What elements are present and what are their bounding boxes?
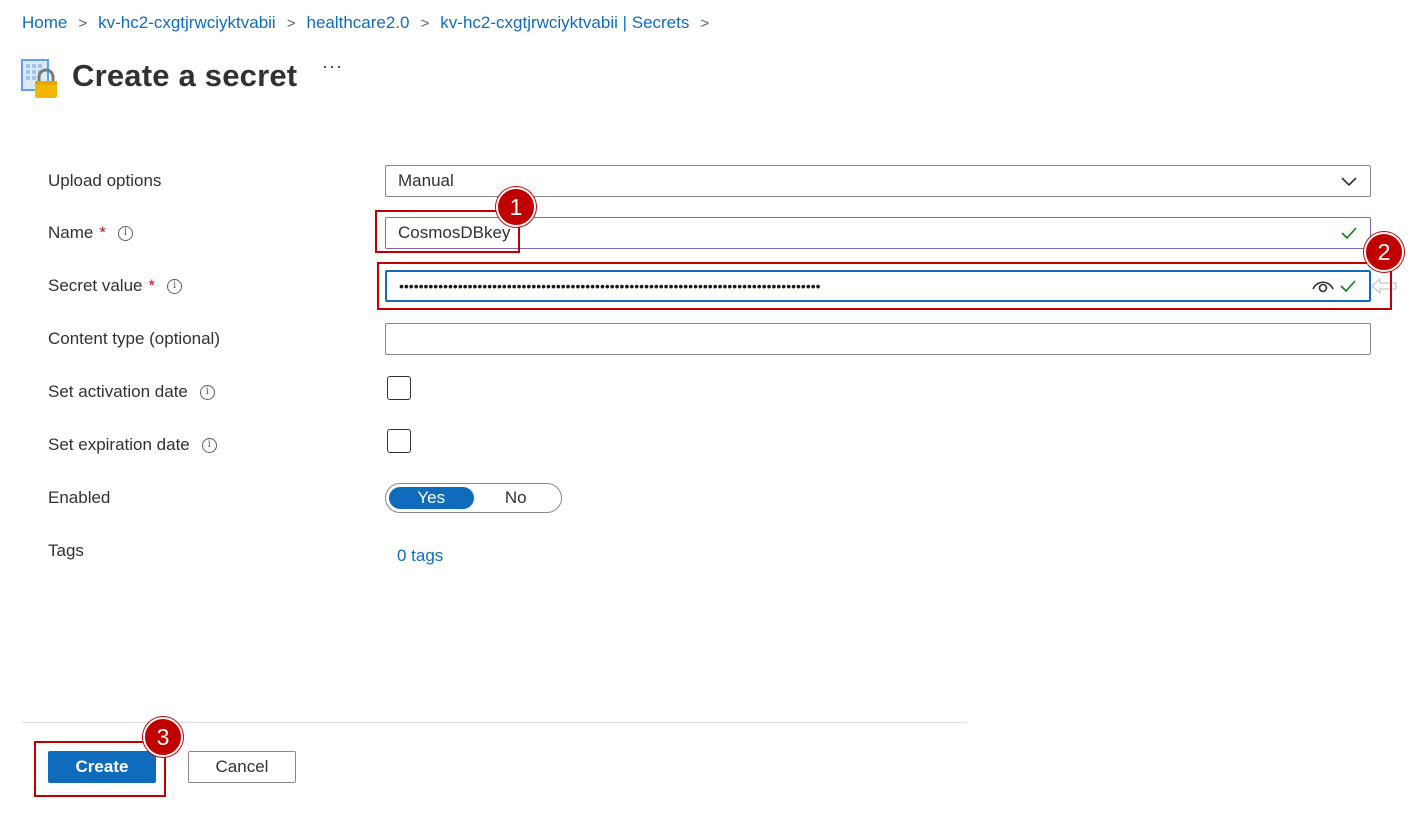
info-icon[interactable]: i [167,278,183,294]
chevron-down-icon [1341,177,1357,187]
annotation-badge-1: 1 [496,187,536,227]
page-header: Create a secret [20,52,297,100]
enabled-label: Enabled [48,488,111,507]
chevron-right-icon: > [420,14,430,32]
page-title: Create a secret [72,58,298,93]
enabled-no-option[interactable]: No [474,487,559,509]
activation-date-checkbox[interactable] [387,376,411,400]
key-vault-secret-icon [20,52,60,100]
breadcrumb-resource-group[interactable]: healthcare2.0 [306,13,409,33]
tags-label: Tags [48,541,84,560]
cancel-button[interactable]: Cancel [188,751,296,783]
content-type-label: Content type (optional) [48,329,220,348]
annotation-badge-2: 2 [1364,232,1404,272]
breadcrumb: Home > kv-hc2-cxgtjrwciyktvabii > health… [22,13,720,33]
expiration-date-label: Set expiration date i [48,435,217,455]
name-input[interactable]: CosmosDBkey [385,217,1371,249]
info-icon[interactable]: i [201,437,217,453]
secret-value-input[interactable]: ••••••••••••••••••••••••••••••••••••••••… [385,270,1371,302]
required-asterisk: * [148,276,156,295]
checkmark-icon [1341,227,1357,240]
expiration-date-checkbox[interactable] [387,429,411,453]
tags-link[interactable]: 0 tags [397,546,443,566]
eye-icon[interactable] [1311,277,1335,295]
breadcrumb-home[interactable]: Home [22,13,67,33]
content-type-input[interactable] [385,323,1371,355]
breadcrumb-key-vault[interactable]: kv-hc2-cxgtjrwciyktvabii [98,13,276,33]
arrow-left-icon [1371,277,1397,295]
secret-value-masked: ••••••••••••••••••••••••••••••••••••••••… [399,278,821,294]
activation-date-label: Set activation date i [48,382,215,402]
upload-options-label: Upload options [48,171,162,190]
create-button[interactable]: Create [48,751,156,783]
more-options-button[interactable]: ··· [322,56,343,77]
info-icon[interactable]: i [199,384,215,400]
chevron-right-icon: > [78,14,88,32]
name-input-value: CosmosDBkey [398,223,511,242]
chevron-right-icon: > [286,14,296,32]
upload-options-select[interactable]: Manual [385,165,1371,197]
chevron-right-icon: > [700,14,710,32]
required-asterisk: * [99,223,106,242]
enabled-toggle[interactable]: Yes No [385,483,562,513]
enabled-yes-option[interactable]: Yes [389,487,474,509]
breadcrumb-secrets[interactable]: kv-hc2-cxgtjrwciyktvabii | Secrets [440,13,689,33]
upload-options-value: Manual [398,171,454,190]
name-label: Name * i [48,223,133,243]
annotation-badge-3: 3 [143,717,183,757]
info-icon[interactable]: i [117,225,133,241]
secret-value-label: Secret value * i [48,276,183,296]
checkmark-icon [1340,280,1356,293]
